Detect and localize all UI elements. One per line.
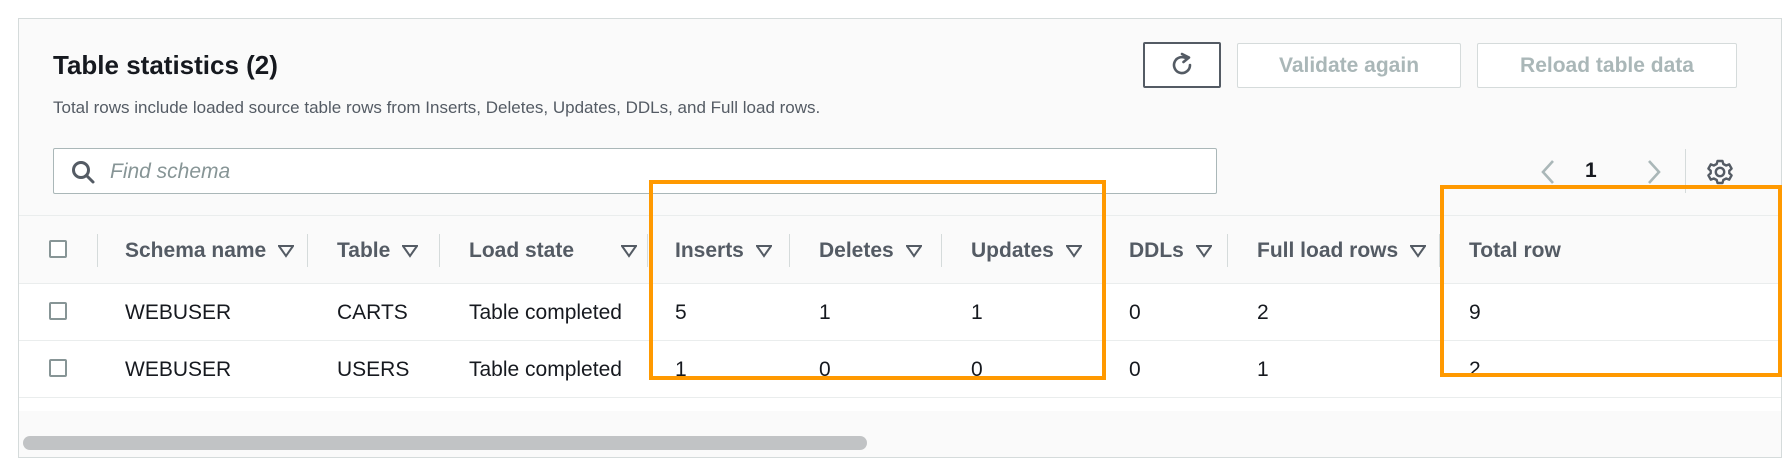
cell-table: CARTS: [337, 300, 408, 324]
column-divider: [647, 234, 648, 267]
cell-ddls: 0: [1129, 357, 1141, 381]
reload-table-data-button[interactable]: Reload table data: [1477, 43, 1737, 88]
row-checkbox[interactable]: [49, 359, 67, 377]
row-checkbox[interactable]: [49, 302, 67, 320]
cell-full-load-rows: 1: [1257, 357, 1269, 381]
pagination-current-page[interactable]: 1: [1585, 159, 1597, 183]
cell-full-load-rows: 2: [1257, 300, 1269, 324]
cell-table: USERS: [337, 357, 410, 381]
cell-schema-name: WEBUSER: [125, 300, 232, 324]
refresh-button[interactable]: [1143, 42, 1221, 88]
sort-icon: [621, 244, 637, 258]
sort-icon: [278, 244, 295, 258]
column-label: Table: [337, 238, 391, 262]
column-divider: [1227, 234, 1228, 267]
highlight-box-change-columns: [649, 180, 1106, 380]
chevron-left-icon[interactable]: [1537, 157, 1559, 187]
gear-icon[interactable]: [1705, 157, 1735, 187]
cell-load-state: Table completed: [469, 300, 622, 324]
validate-again-button[interactable]: Validate again: [1237, 43, 1461, 88]
horizontal-scrollbar[interactable]: [23, 436, 867, 450]
sort-icon: [402, 244, 419, 258]
column-divider: [307, 234, 308, 267]
column-header-load-state[interactable]: Load state: [469, 216, 637, 285]
cell-schema-name: WEBUSER: [125, 357, 232, 381]
column-label: DDLs: [1129, 238, 1184, 262]
page-title: Table statistics (2): [53, 50, 278, 80]
refresh-icon: [1172, 52, 1192, 75]
sort-icon: [1410, 244, 1427, 258]
column-header-schema-name[interactable]: Schema name: [125, 216, 295, 285]
column-header-ddls[interactable]: DDLs: [1129, 216, 1212, 285]
panel-description: Total rows include loaded source table r…: [53, 98, 821, 117]
chevron-right-icon[interactable]: [1643, 157, 1665, 187]
sort-icon: [1195, 244, 1212, 258]
column-divider: [97, 234, 98, 267]
column-divider: [439, 234, 440, 267]
column-label: Load state: [469, 238, 575, 262]
search-icon: [72, 161, 95, 184]
column-header-table[interactable]: Table: [337, 216, 419, 285]
cell-load-state: Table completed: [469, 357, 622, 381]
column-label: Full load rows: [1257, 238, 1399, 262]
column-label: Schema name: [125, 238, 267, 262]
cell-ddls: 0: [1129, 300, 1141, 324]
highlight-box-total-rows: [1440, 185, 1782, 377]
select-all-checkbox[interactable]: [49, 240, 67, 258]
column-header-full-load-rows[interactable]: Full load rows: [1257, 216, 1427, 285]
